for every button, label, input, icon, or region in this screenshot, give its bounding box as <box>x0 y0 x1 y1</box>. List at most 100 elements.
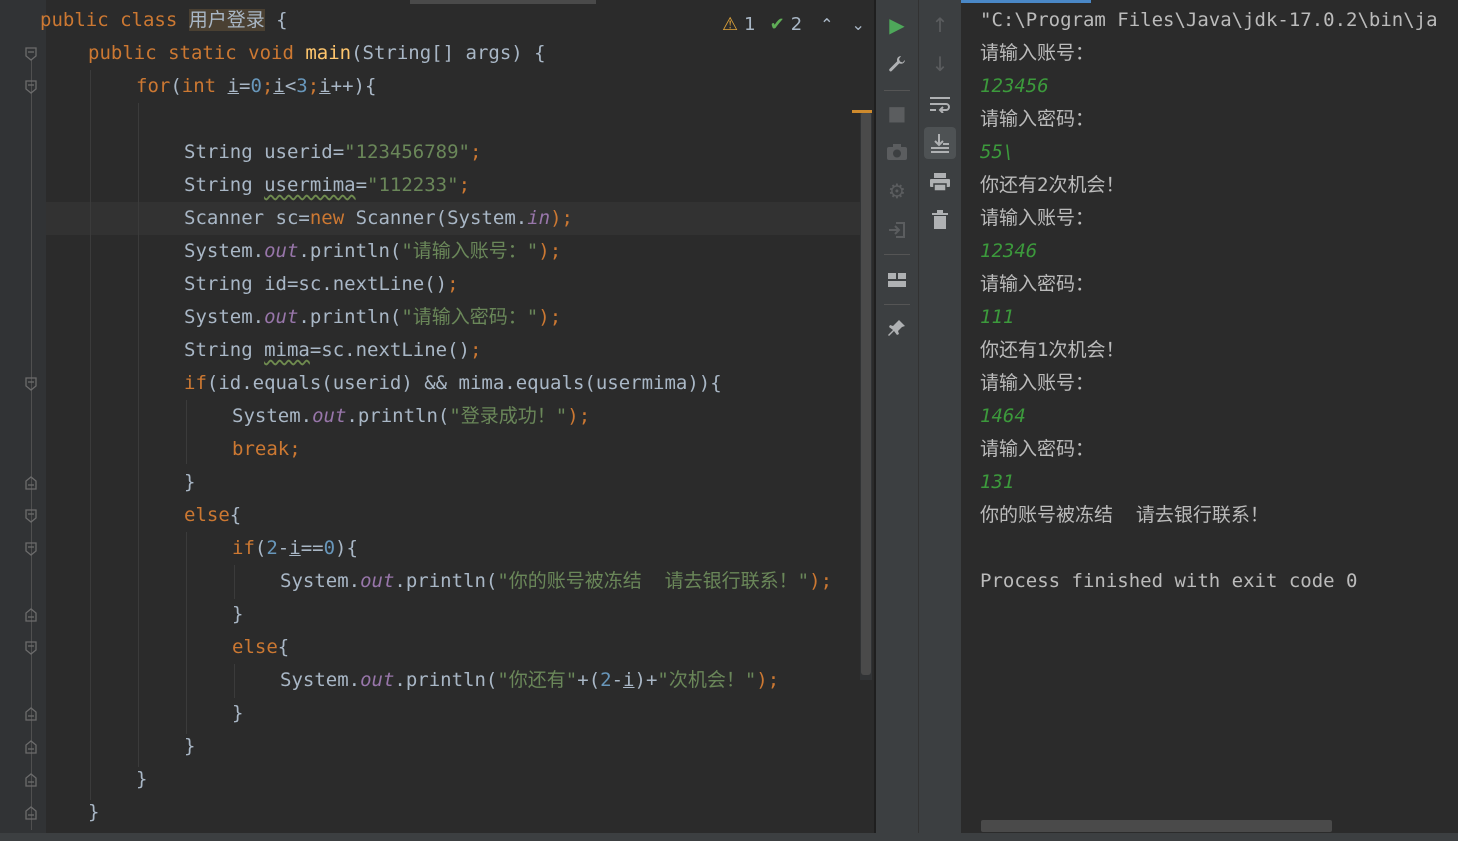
fold-end-icon[interactable] <box>25 740 37 754</box>
indent-guide <box>138 103 139 767</box>
up-arrow-icon[interactable]: ↑ <box>924 9 956 41</box>
code-token: ; <box>289 438 301 460</box>
line-gutter[interactable] <box>0 0 46 833</box>
string-literal: "你的账号被冻结 请去银行联系！" <box>497 570 810 592</box>
code-line-20[interactable]: else{ <box>232 631 289 664</box>
code-token: if <box>184 372 207 394</box>
code-line-17[interactable]: if(2-i==0){ <box>232 532 358 565</box>
code-token: i <box>273 75 285 97</box>
code-token: = <box>239 75 251 97</box>
code-token: 3 <box>296 75 308 97</box>
print-icon[interactable] <box>924 166 956 198</box>
code-line-6[interactable]: String usermima="112233"; <box>184 169 470 202</box>
code-line-10[interactable]: System.out.println("请输入密码："); <box>184 301 561 334</box>
code-line-3[interactable]: for(int i=0;i<3;i++){ <box>136 70 376 103</box>
trash-icon[interactable] <box>924 204 956 236</box>
code-line-7[interactable]: Scanner sc=new Scanner(System.in); <box>184 202 573 235</box>
code-line-16[interactable]: else{ <box>184 499 241 532</box>
fold-end-icon[interactable] <box>25 476 37 490</box>
code-line-8[interactable]: System.out.println("请输入账号："); <box>184 235 561 268</box>
fold-end-icon[interactable] <box>25 806 37 820</box>
console-input-line: 1464 <box>980 405 1026 427</box>
check-icon: ✔ <box>769 13 785 35</box>
code-token: .println( <box>394 669 498 691</box>
code-token: 2 <box>266 537 278 559</box>
code-line-24[interactable]: } <box>136 763 147 796</box>
class-name: 用户登录 <box>188 9 265 31</box>
run-toolbar-right: ↑ ↓ <box>918 0 961 833</box>
code-line-12[interactable]: if(id.equals(userid) && mima.equals(user… <box>184 367 722 400</box>
layout-icon[interactable] <box>881 264 913 296</box>
code-token: { <box>277 636 290 658</box>
console-output-line: 请输入密码： <box>980 273 1095 295</box>
fold-end-icon[interactable] <box>25 608 37 622</box>
code-token: } <box>88 801 100 823</box>
code-line-15[interactable]: } <box>184 466 195 499</box>
pin-icon[interactable] <box>881 312 913 344</box>
code-token: ( <box>254 537 267 559</box>
warning-stripe-marker[interactable] <box>852 110 872 113</box>
code-line-25[interactable]: } <box>88 796 99 829</box>
run-toolbar-left: ▶ ■ ⚙ <box>876 0 918 833</box>
string-literal: "你还有" <box>497 669 578 691</box>
stop-icon[interactable]: ■ <box>881 97 913 129</box>
fold-marker-icon[interactable] <box>25 47 37 61</box>
code-token: out <box>360 669 395 691</box>
down-arrow-icon[interactable]: ↓ <box>924 48 956 80</box>
code-editor[interactable]: public class 用户登录 { public static void m… <box>0 0 874 833</box>
code-token: } <box>232 603 244 625</box>
console-input-line: 55\ <box>980 141 1015 163</box>
fold-marker-icon[interactable] <box>25 641 37 655</box>
indent-guide <box>234 565 235 599</box>
code-line-22[interactable]: } <box>232 697 243 730</box>
camera-icon[interactable] <box>881 136 913 168</box>
code-token: System. <box>184 240 265 262</box>
console-output[interactable]: "C:\Program Files\Java\jdk-17.0.2\bin\ja… <box>961 0 1458 833</box>
code-token: =sc.nextLine() <box>309 339 470 361</box>
code-line-14[interactable]: break; <box>232 433 301 466</box>
fold-marker-icon[interactable] <box>25 509 37 523</box>
code-token: out <box>312 405 347 427</box>
login-icon[interactable] <box>881 214 913 246</box>
code-line-18[interactable]: System.out.println("你的账号被冻结 请去银行联系！"); <box>280 565 832 598</box>
debug-gear-icon[interactable]: ⚙ <box>881 175 913 207</box>
code-line-2[interactable]: public static void main(String[] args) { <box>88 37 546 70</box>
indent-guide <box>90 70 91 800</box>
string-literal: "112233" <box>367 174 459 196</box>
inspection-widget[interactable]: ⚠ 1 ✔ 2 ⌃ ⌄ <box>722 8 865 40</box>
code-line-13[interactable]: System.out.println("登录成功！"); <box>232 400 590 433</box>
code-token: (id.equals(userid) && mima.equals(usermi… <box>206 372 722 394</box>
wrench-icon[interactable] <box>881 48 913 80</box>
next-highlight-button[interactable]: ⌄ <box>852 15 865 34</box>
code-line-5[interactable]: String userid="123456789"; <box>184 136 481 169</box>
code-token: i <box>227 75 239 97</box>
code-token: } <box>136 768 148 790</box>
code-token: == <box>300 537 324 559</box>
code-token: 0 <box>250 75 262 97</box>
code-line-19[interactable]: } <box>232 598 243 631</box>
code-line-9[interactable]: String id=sc.nextLine(); <box>184 268 459 301</box>
code-line-21[interactable]: System.out.println("你还有"+(2-i)+"次机会！"); <box>280 664 779 697</box>
fold-marker-icon[interactable] <box>25 542 37 556</box>
editor-scrollbar-thumb[interactable] <box>861 112 871 675</box>
code-token: else <box>232 636 278 658</box>
fold-end-icon[interactable] <box>25 707 37 721</box>
scroll-to-end-icon[interactable] <box>924 127 956 159</box>
console-output-line: 请输入账号： <box>980 207 1095 229</box>
fold-marker-icon[interactable] <box>25 80 37 94</box>
console-tab-indicator <box>961 0 1091 3</box>
code-token: Scanner(System. <box>355 207 528 229</box>
console-horizontal-scrollbar[interactable] <box>981 820 1332 832</box>
previous-highlight-button[interactable]: ⌃ <box>820 15 833 34</box>
code-token: usermima <box>264 174 356 196</box>
rerun-icon[interactable]: ▶ <box>881 9 913 41</box>
soft-wrap-icon[interactable] <box>924 88 956 120</box>
code-line-11[interactable]: String mima=sc.nextLine(); <box>184 334 481 367</box>
fold-marker-icon[interactable] <box>25 377 37 391</box>
indent-guide <box>234 664 235 698</box>
code-line-1[interactable]: public class 用户登录 { <box>40 4 288 37</box>
method-name: main <box>305 42 352 64</box>
code-token: { <box>264 9 288 31</box>
code-line-23[interactable]: } <box>184 730 195 763</box>
fold-end-icon[interactable] <box>25 773 37 787</box>
